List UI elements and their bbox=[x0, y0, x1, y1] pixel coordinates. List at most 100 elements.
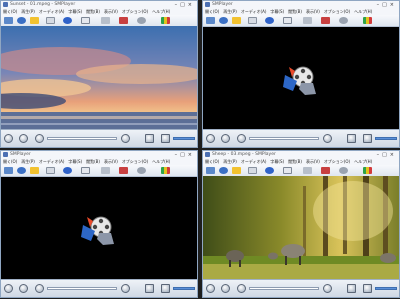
menu-play[interactable]: 再生(P) bbox=[223, 159, 237, 164]
star-icon[interactable] bbox=[232, 17, 241, 24]
equalizer-icon[interactable] bbox=[161, 167, 170, 174]
scissors-icon[interactable] bbox=[119, 167, 128, 174]
info-icon[interactable] bbox=[265, 167, 274, 174]
rewind-icon[interactable] bbox=[237, 284, 246, 293]
window-controls[interactable]: –□× bbox=[175, 1, 195, 9]
open-file-icon[interactable] bbox=[4, 167, 13, 174]
menu-browse[interactable]: 閲覧(B) bbox=[86, 9, 100, 14]
video-area[interactable] bbox=[203, 26, 399, 131]
tools-icon[interactable] bbox=[101, 167, 110, 174]
window-controls[interactable]: –□× bbox=[377, 151, 397, 159]
menu-audio[interactable]: オーディオ(A) bbox=[39, 9, 65, 14]
volume-slider[interactable] bbox=[375, 137, 397, 140]
stop-icon[interactable] bbox=[221, 134, 230, 143]
menu-subtitles[interactable]: 字幕(S) bbox=[270, 9, 284, 14]
rewind-icon[interactable] bbox=[35, 134, 44, 143]
seek-slider[interactable] bbox=[47, 137, 117, 140]
menu-subtitles[interactable]: 字幕(S) bbox=[270, 159, 284, 164]
info-icon[interactable] bbox=[63, 167, 72, 174]
menu-view[interactable]: 表示(V) bbox=[104, 9, 118, 14]
open-file-icon[interactable] bbox=[4, 17, 13, 24]
menu-view[interactable]: 表示(V) bbox=[306, 9, 320, 14]
menu-open[interactable]: 開く(O) bbox=[3, 159, 17, 164]
globe-icon[interactable] bbox=[17, 17, 26, 24]
forward-icon[interactable] bbox=[121, 134, 130, 143]
menu-audio[interactable]: オーディオ(A) bbox=[241, 159, 267, 164]
star-icon[interactable] bbox=[232, 167, 241, 174]
fullscreen-icon[interactable] bbox=[145, 284, 154, 293]
globe-icon[interactable] bbox=[219, 17, 228, 24]
scissors-icon[interactable] bbox=[321, 167, 330, 174]
subtitle-icon[interactable] bbox=[283, 17, 292, 24]
menu-help[interactable]: ヘルプ(H) bbox=[354, 9, 372, 14]
video-area[interactable] bbox=[1, 176, 197, 281]
menu-browse[interactable]: 閲覧(B) bbox=[86, 159, 100, 164]
menu-audio[interactable]: オーディオ(A) bbox=[241, 9, 267, 14]
seek-slider[interactable] bbox=[249, 287, 319, 290]
menu-options[interactable]: オプション(O) bbox=[324, 9, 350, 14]
window-controls[interactable]: –□× bbox=[377, 1, 397, 9]
fullscreen-icon[interactable] bbox=[347, 284, 356, 293]
settings-icon[interactable] bbox=[339, 17, 348, 24]
volume-icon[interactable] bbox=[363, 284, 372, 293]
menu-play[interactable]: 再生(P) bbox=[21, 159, 35, 164]
settings-icon[interactable] bbox=[339, 167, 348, 174]
rewind-icon[interactable] bbox=[237, 134, 246, 143]
star-icon[interactable] bbox=[30, 167, 39, 174]
stop-icon[interactable] bbox=[19, 134, 28, 143]
window-controls[interactable]: –□× bbox=[175, 151, 195, 159]
scissors-icon[interactable] bbox=[119, 17, 128, 24]
play-pause-icon[interactable] bbox=[206, 134, 215, 143]
volume-slider[interactable] bbox=[173, 137, 195, 140]
playlist-icon[interactable] bbox=[46, 17, 55, 24]
settings-icon[interactable] bbox=[137, 167, 146, 174]
menu-help[interactable]: ヘルプ(H) bbox=[152, 159, 170, 164]
playlist-icon[interactable] bbox=[248, 17, 257, 24]
settings-icon[interactable] bbox=[137, 17, 146, 24]
rewind-icon[interactable] bbox=[35, 284, 44, 293]
equalizer-icon[interactable] bbox=[161, 17, 170, 24]
open-file-icon[interactable] bbox=[206, 17, 215, 24]
info-icon[interactable] bbox=[63, 17, 72, 24]
playlist-icon[interactable] bbox=[248, 167, 257, 174]
volume-slider[interactable] bbox=[375, 287, 397, 290]
info-icon[interactable] bbox=[265, 17, 274, 24]
fullscreen-icon[interactable] bbox=[145, 134, 154, 143]
menu-help[interactable]: ヘルプ(H) bbox=[354, 159, 372, 164]
volume-icon[interactable] bbox=[161, 134, 170, 143]
forward-icon[interactable] bbox=[121, 284, 130, 293]
open-file-icon[interactable] bbox=[206, 167, 215, 174]
globe-icon[interactable] bbox=[17, 167, 26, 174]
menu-subtitles[interactable]: 字幕(S) bbox=[68, 159, 82, 164]
menu-open[interactable]: 開く(O) bbox=[205, 9, 219, 14]
subtitle-icon[interactable] bbox=[81, 17, 90, 24]
volume-slider[interactable] bbox=[173, 287, 195, 290]
menu-play[interactable]: 再生(P) bbox=[223, 9, 237, 14]
menu-audio[interactable]: オーディオ(A) bbox=[39, 159, 65, 164]
star-icon[interactable] bbox=[30, 17, 39, 24]
subtitle-icon[interactable] bbox=[81, 167, 90, 174]
tools-icon[interactable] bbox=[101, 17, 110, 24]
tools-icon[interactable] bbox=[303, 167, 312, 174]
play-pause-icon[interactable] bbox=[206, 284, 215, 293]
playlist-icon[interactable] bbox=[46, 167, 55, 174]
forward-icon[interactable] bbox=[323, 134, 332, 143]
equalizer-icon[interactable] bbox=[363, 17, 372, 24]
video-area[interactable] bbox=[203, 176, 399, 281]
globe-icon[interactable] bbox=[219, 167, 228, 174]
menu-help[interactable]: ヘルプ(H) bbox=[152, 9, 170, 14]
seek-slider[interactable] bbox=[47, 287, 117, 290]
menu-browse[interactable]: 閲覧(B) bbox=[288, 9, 302, 14]
menu-view[interactable]: 表示(V) bbox=[306, 159, 320, 164]
stop-icon[interactable] bbox=[19, 284, 28, 293]
play-pause-icon[interactable] bbox=[4, 134, 13, 143]
menu-view[interactable]: 表示(V) bbox=[104, 159, 118, 164]
volume-icon[interactable] bbox=[161, 284, 170, 293]
menu-open[interactable]: 開く(O) bbox=[3, 9, 17, 14]
video-area[interactable] bbox=[1, 26, 197, 131]
forward-icon[interactable] bbox=[323, 284, 332, 293]
scissors-icon[interactable] bbox=[321, 17, 330, 24]
menu-open[interactable]: 開く(O) bbox=[205, 159, 219, 164]
fullscreen-icon[interactable] bbox=[347, 134, 356, 143]
menu-options[interactable]: オプション(O) bbox=[324, 159, 350, 164]
